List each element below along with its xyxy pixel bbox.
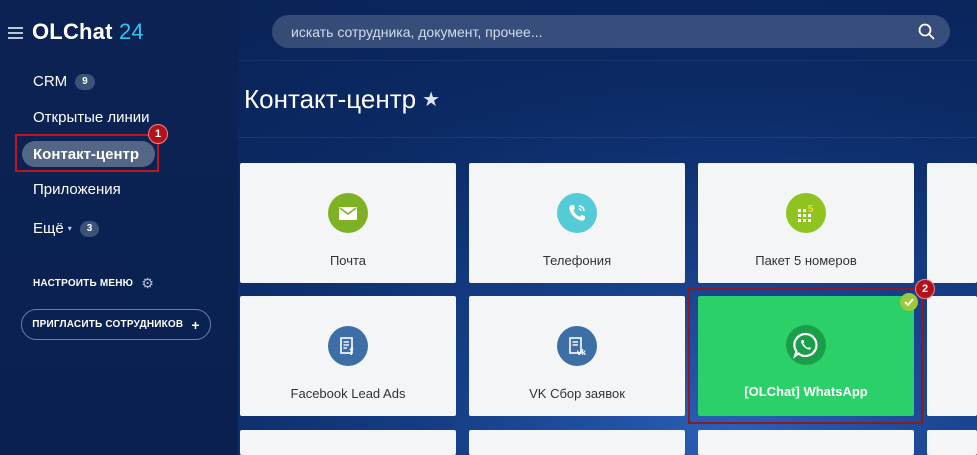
tile-partial[interactable] <box>698 430 914 455</box>
counter-badge: 3 <box>79 220 100 237</box>
logo-name: OLChat <box>32 19 113 44</box>
header-divider <box>238 60 977 61</box>
mail-icon <box>328 193 368 233</box>
tile-facebook-lead-ads[interactable]: f Facebook Lead Ads <box>240 296 456 416</box>
tile-partial[interactable] <box>469 430 685 455</box>
invite-employees-button[interactable]: ПРИГЛАСИТЬ СОТРУДНИКОВ + <box>21 309 211 340</box>
chevron-down-icon: ▾ <box>67 224 72 233</box>
sidebar-item-label: Ещё <box>33 220 64 237</box>
sidebar-item-applications[interactable]: Приложения <box>33 181 121 198</box>
tile-label: Телефония <box>542 253 612 268</box>
tile-label: Facebook Lead Ads <box>290 386 406 401</box>
tile-partial[interactable] <box>240 430 456 455</box>
sidebar: OLChat 24 CRM 9 Открытые линии Контакт-ц… <box>0 0 238 455</box>
tile-partial[interactable] <box>927 430 977 455</box>
tile-partial[interactable] <box>927 296 977 416</box>
invite-label: ПРИГЛАСИТЬ СОТРУДНИКОВ <box>32 319 184 330</box>
gear-icon: ⚙ <box>141 275 154 291</box>
sidebar-item-open-lines[interactable]: Открытые линии <box>33 109 150 126</box>
counter-badge: 9 <box>75 73 95 90</box>
tile-mail[interactable]: Почта <box>240 163 456 283</box>
phone-icon <box>557 193 597 233</box>
sidebar-item-label: Приложения <box>33 181 121 198</box>
annotation-marker: 1 <box>148 124 168 144</box>
svg-text:f: f <box>350 346 354 357</box>
sidebar-item-label: Открытые линии <box>33 109 150 126</box>
sidebar-item-crm[interactable]: CRM 9 <box>33 73 95 90</box>
grid-5-icon: 5 <box>786 193 826 233</box>
sidebar-item-more[interactable]: Ещё ▾ 3 <box>33 220 100 237</box>
content-divider <box>238 137 977 138</box>
check-icon <box>900 293 918 311</box>
page-title: Контакт-центр ★ <box>244 84 440 115</box>
highlight-box-contact-center <box>15 134 159 172</box>
tile-telephony[interactable]: Телефония <box>469 163 685 283</box>
tile-label: Пакет 5 номеров <box>755 253 857 268</box>
search-input[interactable] <box>291 23 891 40</box>
svg-text:5: 5 <box>808 204 814 215</box>
configure-menu-label: НАСТРОИТЬ МЕНЮ <box>33 278 134 289</box>
tile-5-numbers[interactable]: 5 Пакет 5 номеров <box>698 163 914 283</box>
vk-form-icon: vk <box>557 326 597 366</box>
search-icon[interactable] <box>918 23 935 40</box>
search-bar[interactable] <box>272 15 950 48</box>
tile-vk-leads[interactable]: vk VK Сбор заявок <box>469 296 685 416</box>
tile-partial[interactable] <box>927 163 977 283</box>
page-title-text: Контакт-центр <box>244 84 417 114</box>
tile-label: Почта <box>329 253 367 268</box>
facebook-form-icon: f <box>328 326 368 366</box>
configure-menu-button[interactable]: НАСТРОИТЬ МЕНЮ ⚙ <box>33 275 154 292</box>
star-icon[interactable]: ★ <box>422 87 440 112</box>
plus-icon: + <box>191 316 200 333</box>
logo-number: 24 <box>118 19 144 44</box>
annotation-marker: 2 <box>915 279 935 299</box>
app-logo[interactable]: OLChat 24 <box>32 19 144 45</box>
sidebar-item-label: CRM <box>33 73 68 90</box>
tile-label: VK Сбор заявок <box>529 386 625 401</box>
menu-burger-icon[interactable] <box>8 27 23 42</box>
highlight-box-whatsapp <box>688 288 923 424</box>
svg-text:vk: vk <box>577 348 586 357</box>
